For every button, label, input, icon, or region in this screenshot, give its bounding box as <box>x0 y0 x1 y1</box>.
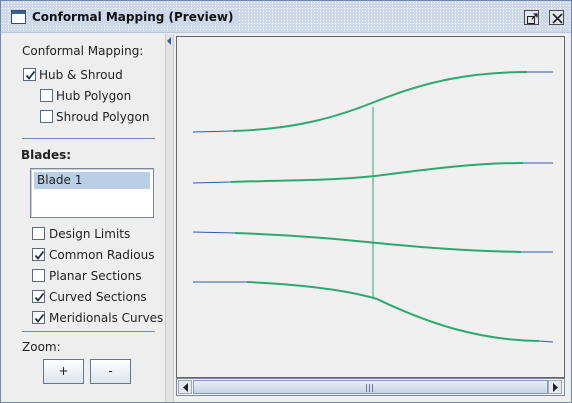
horizontal-scrollbar[interactable] <box>176 378 565 396</box>
hub-polygon-label[interactable]: Hub Polygon <box>56 89 131 103</box>
planar-sections-checkbox[interactable] <box>32 269 45 282</box>
shroud-outlet-extension <box>538 340 554 343</box>
design-limits-label[interactable]: Design Limits <box>49 227 130 241</box>
undock-icon[interactable] <box>524 10 539 25</box>
hub-polygon-checkbox[interactable] <box>40 89 53 102</box>
scroll-left-icon[interactable] <box>178 380 192 394</box>
curved-sections-checkbox[interactable] <box>32 290 45 303</box>
common-radious-label[interactable]: Common Radious <box>49 248 154 262</box>
conformal-mapping-label: Conformal Mapping: <box>22 44 144 58</box>
shroud-polygon-checkbox[interactable] <box>40 110 53 123</box>
hub-shroud-label[interactable]: Hub & Shroud <box>39 68 123 82</box>
planar-sections-label[interactable]: Planar Sections <box>49 269 141 283</box>
zoom-out-button[interactable]: - <box>90 359 131 384</box>
zoom-in-button[interactable]: + <box>43 359 84 384</box>
curved-sections-label[interactable]: Curved Sections <box>49 290 147 304</box>
separator-bottom <box>22 331 155 332</box>
blades-label: Blades: <box>21 148 72 162</box>
list-item[interactable]: Blade 1 <box>34 172 150 189</box>
hub-shroud-checkbox[interactable] <box>23 68 36 81</box>
options-panel: Conformal Mapping: Hub & Shroud Hub Poly… <box>2 34 165 402</box>
curve3-inlet-extension <box>192 231 236 234</box>
window-title: Conformal Mapping (Preview) <box>32 10 238 24</box>
zoom-label: Zoom: <box>22 340 61 354</box>
common-radious-checkbox[interactable] <box>32 248 45 261</box>
shroud-curve <box>246 281 540 342</box>
conformal-mapping-window: Conformal Mapping (Preview) Conformal Ma… <box>0 0 572 403</box>
hub-curve <box>232 71 528 132</box>
conformal-map-plot <box>192 71 554 343</box>
blades-list[interactable]: Blade 1 <box>30 168 154 218</box>
curve-3 <box>234 232 522 253</box>
separator-top <box>22 138 155 139</box>
design-limits-checkbox[interactable] <box>32 227 45 240</box>
hub-inlet-extension <box>192 130 234 133</box>
meridionals-curves-checkbox[interactable] <box>32 311 45 324</box>
window-app-icon <box>11 10 26 24</box>
split-pane-divider[interactable] <box>165 34 174 402</box>
conformal-map-canvas[interactable] <box>176 36 565 378</box>
scroll-right-icon[interactable] <box>548 380 562 394</box>
title-bar[interactable]: Conformal Mapping (Preview) <box>1 1 571 33</box>
collapse-arrow-icon[interactable] <box>166 36 173 46</box>
curve-2 <box>230 162 524 183</box>
meridionals-curves-label[interactable]: Meridionals Curves <box>49 311 163 325</box>
curve2-inlet-extension <box>192 181 232 184</box>
close-icon[interactable] <box>549 10 564 25</box>
shroud-polygon-label[interactable]: Shroud Polygon <box>56 110 149 124</box>
grip-icon <box>366 384 376 392</box>
scrollbar-thumb[interactable] <box>193 380 548 394</box>
